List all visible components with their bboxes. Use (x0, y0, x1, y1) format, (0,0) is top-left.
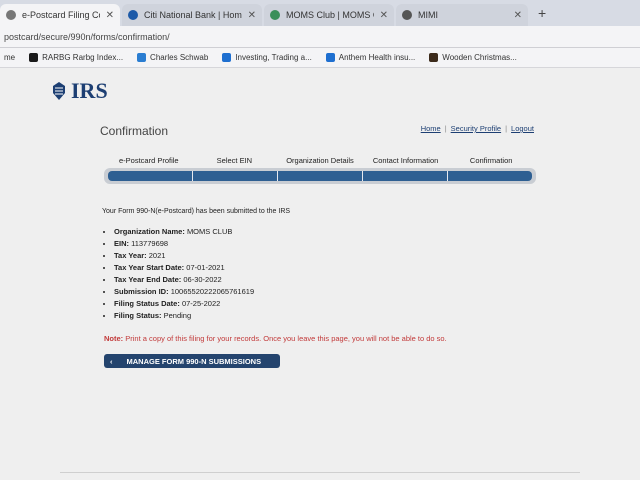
print-note: Note: Print a copy of this filing for yo… (104, 334, 447, 343)
bookmark-item[interactable]: me (4, 53, 15, 62)
detail-value: 10065520222065761619 (170, 287, 255, 296)
progress-segment (363, 171, 448, 181)
detail-value: 113779698 (131, 239, 169, 248)
logo-text: IRS (71, 78, 108, 103)
detail-value: 07-25-2022 (181, 299, 221, 308)
progress-segment (193, 171, 278, 181)
step-confirmation: Confirmation (469, 156, 513, 165)
irs-logo[interactable]: IRS (50, 78, 108, 104)
note-text: Print a copy of this filing for your rec… (125, 334, 447, 343)
detail-value: MOMS CLUB (186, 227, 233, 236)
irs-favicon-icon (6, 10, 16, 20)
detail-label: Filing Status: (114, 311, 162, 320)
link-separator: | (505, 124, 508, 133)
detail-label: Submission ID: (114, 287, 169, 296)
detail-value: 07-01-2021 (186, 263, 225, 272)
step-epostcard-profile: e-Postcard Profile (118, 156, 179, 165)
tab-epostcard-confirmation[interactable]: e-Postcard Filing Confirmation ✕ (0, 4, 120, 26)
bookmarks-bar: me RARBG Rarbg Index... Charles Schwab I… (0, 48, 640, 68)
home-link[interactable]: Home (421, 124, 441, 133)
detail-label: Tax Year Start Date: (114, 263, 185, 272)
step-organization-details: Organization Details (286, 156, 354, 165)
detail-ein: EIN: 113779698 (114, 238, 254, 250)
bookmark-item[interactable]: Charles Schwab (137, 53, 208, 62)
page-content: IRS Confirmation Home | Security Profile… (0, 68, 640, 480)
bookmark-label: Investing, Trading a... (235, 53, 312, 62)
progress-segment (448, 171, 532, 181)
detail-value: Pending (163, 311, 192, 320)
tab-citi-national-bank[interactable]: Citi National Bank | Home ✕ (122, 4, 262, 26)
bookmark-favicon-icon (429, 53, 439, 62)
close-tab-icon[interactable]: ✕ (106, 10, 114, 21)
security-profile-link[interactable]: Security Profile (451, 124, 501, 133)
detail-filing-status-date: Filing Status Date: 07-25-2022 (114, 298, 254, 310)
bookmark-favicon-icon (137, 53, 147, 62)
step-contact-information: Contact Information (372, 156, 439, 165)
tab-moms-club[interactable]: MOMS Club | MOMS Offering M ✕ (264, 4, 394, 26)
detail-label: Tax Year End Date: (114, 275, 182, 284)
tab-title: MIMI (418, 10, 438, 20)
close-tab-icon[interactable]: ✕ (514, 10, 522, 21)
detail-value: 06-30-2022 (183, 275, 222, 284)
close-tab-icon[interactable]: ✕ (380, 10, 388, 21)
progress-segment (278, 171, 363, 181)
eagle-icon (53, 82, 65, 100)
chevron-left-icon: ‹ (110, 356, 113, 366)
detail-label: Organization Name: (114, 227, 185, 236)
button-label: MANAGE FORM 990-N SUBMISSIONS (126, 356, 262, 366)
logout-link[interactable]: Logout (511, 124, 534, 133)
bookmark-item[interactable]: Anthem Health insu... (325, 53, 416, 62)
detail-label: Tax Year: (114, 251, 147, 260)
close-tab-icon[interactable]: ✕ (248, 10, 256, 21)
detail-label: EIN: (114, 239, 129, 248)
detail-tax-year: Tax Year: 2021 (114, 250, 254, 262)
footer-divider (60, 472, 580, 473)
bookmark-label: RARBG Rarbg Index... (42, 53, 124, 62)
url-text[interactable]: postcard/secure/990n/forms/confirmation/ (4, 32, 170, 42)
page-title: Confirmation (100, 124, 169, 138)
detail-tax-year-start: Tax Year Start Date: 07-01-2021 (114, 262, 254, 274)
bookmark-favicon-icon (222, 53, 232, 62)
progress-bar (104, 168, 536, 184)
globe-favicon-icon (402, 10, 412, 20)
moms-club-favicon-icon (270, 10, 280, 20)
tab-title: MOMS Club | MOMS Offering M (286, 10, 374, 20)
progress-steps: e-Postcard Profile Select EIN Organizati… (106, 156, 534, 165)
bookmark-favicon-icon (325, 53, 335, 62)
bookmark-item[interactable]: RARBG Rarbg Index... (29, 53, 123, 62)
bookmark-item[interactable]: Investing, Trading a... (222, 53, 312, 62)
link-separator: | (444, 124, 447, 133)
bookmark-label: Charles Schwab (150, 53, 209, 62)
bookmark-label: me (4, 53, 16, 62)
filing-details-list: Organization Name: MOMS CLUB EIN: 113779… (106, 226, 254, 322)
tab-title: e-Postcard Filing Confirmation (22, 10, 100, 20)
new-tab-button[interactable]: + (538, 5, 546, 21)
tab-mimi[interactable]: MIMI ✕ (396, 4, 528, 26)
manage-990n-submissions-button[interactable]: ‹ MANAGE FORM 990-N SUBMISSIONS (104, 354, 280, 368)
top-links: Home | Security Profile | Logout (421, 124, 534, 133)
bookmark-item[interactable]: Wooden Christmas... (429, 53, 517, 62)
bookmark-favicon-icon (29, 53, 39, 62)
tab-title: Citi National Bank | Home (144, 10, 242, 20)
step-select-ein: Select EIN (216, 156, 253, 165)
browser-tab-bar: e-Postcard Filing Confirmation ✕ Citi Na… (0, 0, 640, 26)
detail-tax-year-end: Tax Year End Date: 06-30-2022 (114, 274, 254, 286)
detail-label: Filing Status Date: (114, 299, 180, 308)
detail-filing-status: Filing Status: Pending (114, 310, 254, 322)
address-bar[interactable]: postcard/secure/990n/forms/confirmation/ (0, 26, 640, 48)
progress-segment (108, 171, 193, 181)
detail-submission-id: Submission ID: 10065520222065761619 (114, 286, 254, 298)
note-label: Note: (104, 334, 124, 343)
bookmark-label: Anthem Health insu... (338, 53, 416, 62)
detail-organization-name: Organization Name: MOMS CLUB (114, 226, 254, 238)
bank-favicon-icon (128, 10, 138, 20)
bookmark-label: Wooden Christmas... (442, 53, 517, 62)
progress-fill (108, 171, 532, 181)
submission-message: Your Form 990-N(e-Postcard) has been sub… (102, 208, 291, 215)
detail-value: 2021 (148, 251, 166, 260)
